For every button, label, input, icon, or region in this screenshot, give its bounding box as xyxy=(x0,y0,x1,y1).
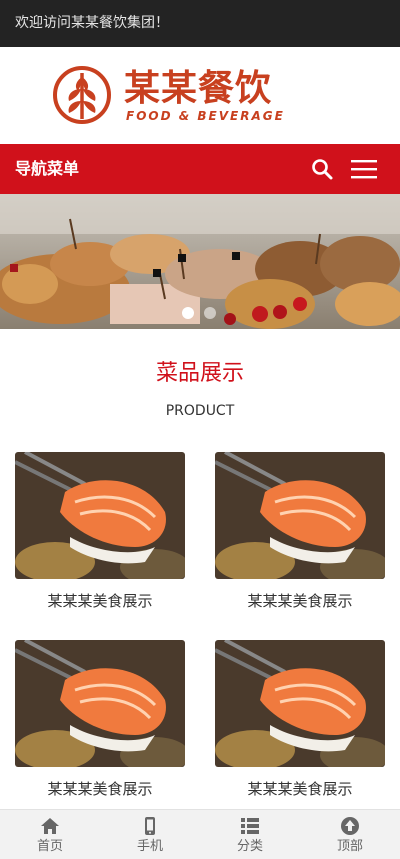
nav-bar: 导航菜单 xyxy=(0,144,400,194)
bottom-tab-label: 手机 xyxy=(136,839,163,854)
welcome-text: 欢迎访问某某餐饮集团！ xyxy=(15,15,169,31)
bottom-tab-category[interactable]: 分类 xyxy=(200,810,300,859)
slider-dot-1[interactable] xyxy=(182,307,194,319)
site-header: 某某餐饮 FOOD & BEVERAGE xyxy=(0,47,400,144)
site-logo[interactable]: 某某餐饮 FOOD & BEVERAGE xyxy=(52,63,302,127)
bottom-tab-label: 首页 xyxy=(36,839,63,854)
product-caption[interactable]: 某某某美食展示 xyxy=(15,778,185,800)
mobile-icon xyxy=(145,817,155,835)
bottom-tab-mobile[interactable]: 手机 xyxy=(100,810,200,859)
section-subtitle: PRODUCT xyxy=(165,403,235,419)
home-icon xyxy=(41,818,59,834)
arrow-up-circle-icon xyxy=(341,817,359,835)
bottom-tab-home[interactable]: 首页 xyxy=(0,810,100,859)
product-caption[interactable]: 某某某美食展示 xyxy=(215,590,385,612)
product-caption[interactable]: 某某某美食展示 xyxy=(215,778,385,800)
product-image[interactable] xyxy=(215,640,385,767)
bottom-tab-label: 分类 xyxy=(236,839,263,854)
banner-slider[interactable] xyxy=(0,194,400,329)
search-icon[interactable] xyxy=(310,157,334,181)
welcome-bar: 欢迎访问某某餐饮集团！ xyxy=(0,0,400,47)
product-image[interactable] xyxy=(15,452,185,579)
bottom-nav-bar: 首页 手机 分类 顶部 xyxy=(0,809,400,859)
product-caption[interactable]: 某某某美食展示 xyxy=(15,590,185,612)
bottom-tab-label: 顶部 xyxy=(336,839,363,854)
bottom-tab-top[interactable]: 顶部 xyxy=(300,810,400,859)
hamburger-menu-icon[interactable] xyxy=(351,158,377,180)
list-icon xyxy=(241,818,259,834)
product-image[interactable] xyxy=(15,640,185,767)
logo-english-name: FOOD & BEVERAGE xyxy=(126,109,285,123)
product-image[interactable] xyxy=(215,452,385,579)
wheat-logo-icon xyxy=(53,66,111,124)
logo-chinese-name: 某某餐饮 xyxy=(124,68,273,109)
slider-dots xyxy=(182,307,222,319)
slider-dot-2[interactable] xyxy=(204,307,216,319)
section-title: 菜品展示 xyxy=(155,361,244,386)
nav-menu-title[interactable]: 导航菜单 xyxy=(15,144,79,194)
